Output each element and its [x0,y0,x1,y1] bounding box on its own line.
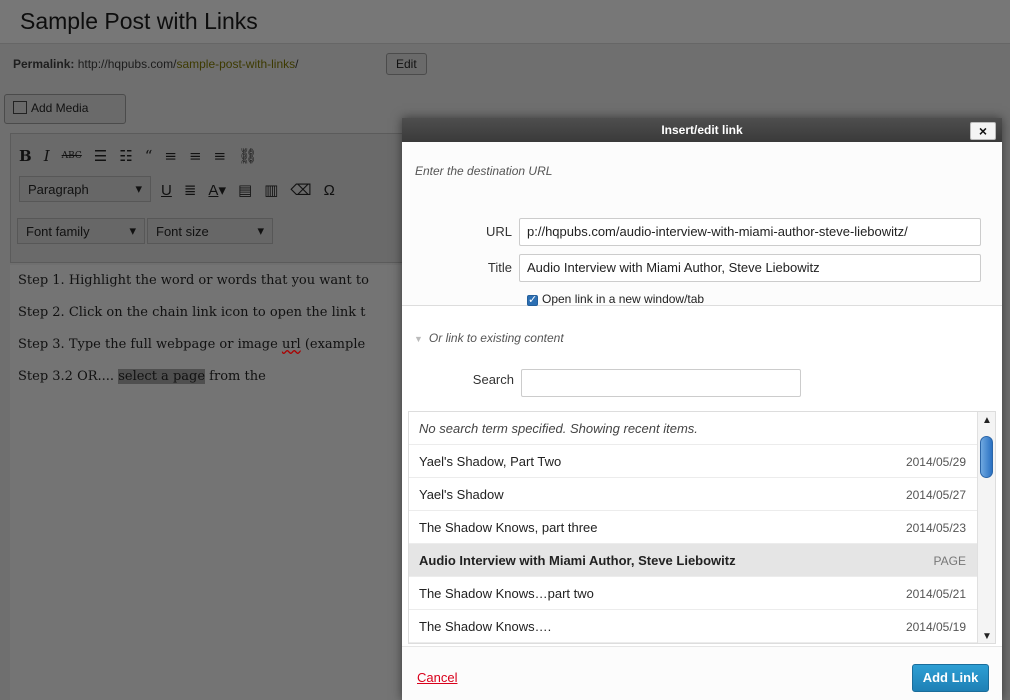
permalink-base: http://hqpubs.com/ [77,57,177,71]
url-hint: Enter the destination URL [415,164,553,178]
existing-toggle-label: Or link to existing content [428,331,564,345]
cancel-link[interactable]: Cancel [417,670,457,685]
open-new-tab-checkbox[interactable] [527,293,538,306]
font-family-select[interactable]: Font family ▾ [17,218,145,244]
results-notice: No search term specified. Showing recent… [409,412,995,445]
url-value: p://hqpubs.com/audio-interview-with-miam… [527,224,908,239]
search-label: Search [472,372,514,387]
title-label: Title [487,260,512,275]
url-label: URL [485,224,512,239]
add-link-button[interactable]: Add Link [912,664,989,692]
dialog-title: Insert/edit link [661,123,743,137]
numbered-list-icon[interactable]: ☷ [119,147,132,165]
link-icon[interactable]: ⛓ [238,147,257,165]
italic-icon[interactable]: I [44,147,50,165]
item-title: The Shadow Knows…part two [419,585,594,601]
list-item[interactable]: The Shadow Knows…part two 2014/05/21 [409,577,995,610]
align-left-icon[interactable]: ≡ [164,147,177,165]
item-title: The Shadow Knows, part three [419,519,598,535]
bullet-list-icon[interactable]: ☰ [94,147,107,165]
permalink-row: Permalink: http://hqpubs.com/sample-post… [0,44,1010,88]
font-family-value: Font family [26,223,90,239]
url-input[interactable]: p://hqpubs.com/audio-interview-with-miam… [519,218,981,246]
toolbar-row-1: B I ABC ☰ ☷ “ ≡ ≡ ≡ ⛓ [19,142,257,170]
triangle-down-icon: ▼ [414,334,423,344]
step32-text-end: from the [205,369,266,384]
dialog-footer: Cancel Add Link [402,646,1002,700]
insert-link-dialog: Insert/edit link × Enter the destination… [402,118,1002,700]
search-input[interactable] [521,369,801,397]
scrollbar-thumb[interactable] [980,436,993,478]
step32-text: Step 3.2 OR.... [18,369,119,384]
item-title: Yael's Shadow, Part Two [419,453,562,469]
content-step-1: Step 1. Highlight the word or words that… [18,273,369,288]
justify-icon[interactable]: ≣ [184,181,197,199]
list-item[interactable]: Yael's Shadow, Part Two 2014/05/29 [409,445,995,478]
strikethrough-icon[interactable]: ABC [62,151,82,161]
results-scrollbar[interactable]: ▲ ▼ [977,412,995,643]
list-item-selected[interactable]: Audio Interview with Miami Author, Steve… [409,544,995,577]
add-media-button[interactable]: Add Media [4,94,126,124]
clear-formatting-icon[interactable]: ⌫ [290,181,311,199]
list-item[interactable]: The Shadow Knows, part three 2014/05/23 [409,511,995,544]
content-step-3: Step 3. Type the full webpage or image u… [18,337,402,353]
chevron-down-icon: ▾ [135,181,142,196]
permalink-end: / [295,57,299,71]
font-size-select[interactable]: Font size ▾ [147,218,273,244]
item-date: 2014/05/23 [905,521,966,535]
align-right-icon[interactable]: ≡ [214,147,227,165]
item-date: 2014/05/29 [905,455,966,469]
content-step-2: Step 2. Click on the chain link icon to … [18,305,366,320]
title-input[interactable]: Audio Interview with Miami Author, Steve… [519,254,981,282]
scroll-up-arrow-icon[interactable]: ▲ [982,415,992,426]
list-item[interactable]: The Shadow Knows…. 2014/05/19 [409,610,995,643]
item-type: PAGE [933,554,966,568]
chevron-down-icon: ▾ [257,223,264,238]
edit-permalink-button[interactable]: Edit [386,53,427,75]
bold-icon[interactable]: B [19,147,32,165]
item-title: Yael's Shadow [419,486,504,502]
step3-text: Step 3. Type the full webpage or image [18,337,282,352]
url-section: Enter the destination URL URL p://hqpubs… [402,142,1002,306]
permalink-label: Permalink: [13,57,75,71]
editor-content[interactable]: Step 1. Highlight the word or words that… [10,265,410,700]
item-title: Audio Interview with Miami Author, Steve… [419,552,736,568]
item-date: 2014/05/21 [905,587,966,601]
scroll-down-arrow-icon[interactable]: ▼ [982,631,992,642]
content-step-3-2: Step 3.2 OR.... select a page from the [18,369,402,385]
post-title-input[interactable]: Sample Post with Links [0,0,1010,44]
chevron-down-icon: ▾ [129,223,136,238]
permalink-slug[interactable]: sample-post-with-links [176,57,295,71]
editor-toolbar: B I ABC ☰ ☷ “ ≡ ≡ ≡ ⛓ Paragraph ▾ U ≣ A▾ … [10,133,410,263]
format-select[interactable]: Paragraph ▾ [19,176,151,202]
paste-text-icon[interactable]: ▤ [238,181,252,199]
format-select-value: Paragraph [28,181,89,197]
step3-text-end: (example [300,337,366,352]
item-title: The Shadow Knows…. [419,618,552,634]
text-color-icon[interactable]: A▾ [208,181,226,199]
paste-word-icon[interactable]: ▥ [264,181,278,199]
dialog-titlebar: Insert/edit link × [402,118,1002,142]
underline-icon[interactable]: U [161,182,172,199]
media-icon [13,101,27,114]
close-button[interactable]: × [970,122,996,140]
item-date: 2014/05/19 [905,620,966,634]
misspelled-word: url [281,337,301,352]
title-value: Audio Interview with Miami Author, Steve… [527,260,820,275]
list-item[interactable]: Yael's Shadow 2014/05/27 [409,478,995,511]
add-media-label: Add Media [31,101,89,115]
font-size-value: Font size [156,223,209,239]
item-date: 2014/05/27 [905,488,966,502]
special-char-icon[interactable]: Ω [324,182,335,199]
toolbar-row-2: U ≣ A▾ ▤ ▥ ⌫ Ω [161,176,335,204]
results-list: No search term specified. Showing recent… [408,411,996,644]
align-center-icon[interactable]: ≡ [189,147,202,165]
blockquote-icon[interactable]: “ [145,147,153,165]
existing-content-toggle[interactable]: ▼ Or link to existing content [414,331,564,345]
selected-text: select a page [118,369,206,384]
open-new-tab-label[interactable]: Open link in a new window/tab [542,292,704,306]
results-notice-text: No search term specified. Showing recent… [419,420,698,436]
